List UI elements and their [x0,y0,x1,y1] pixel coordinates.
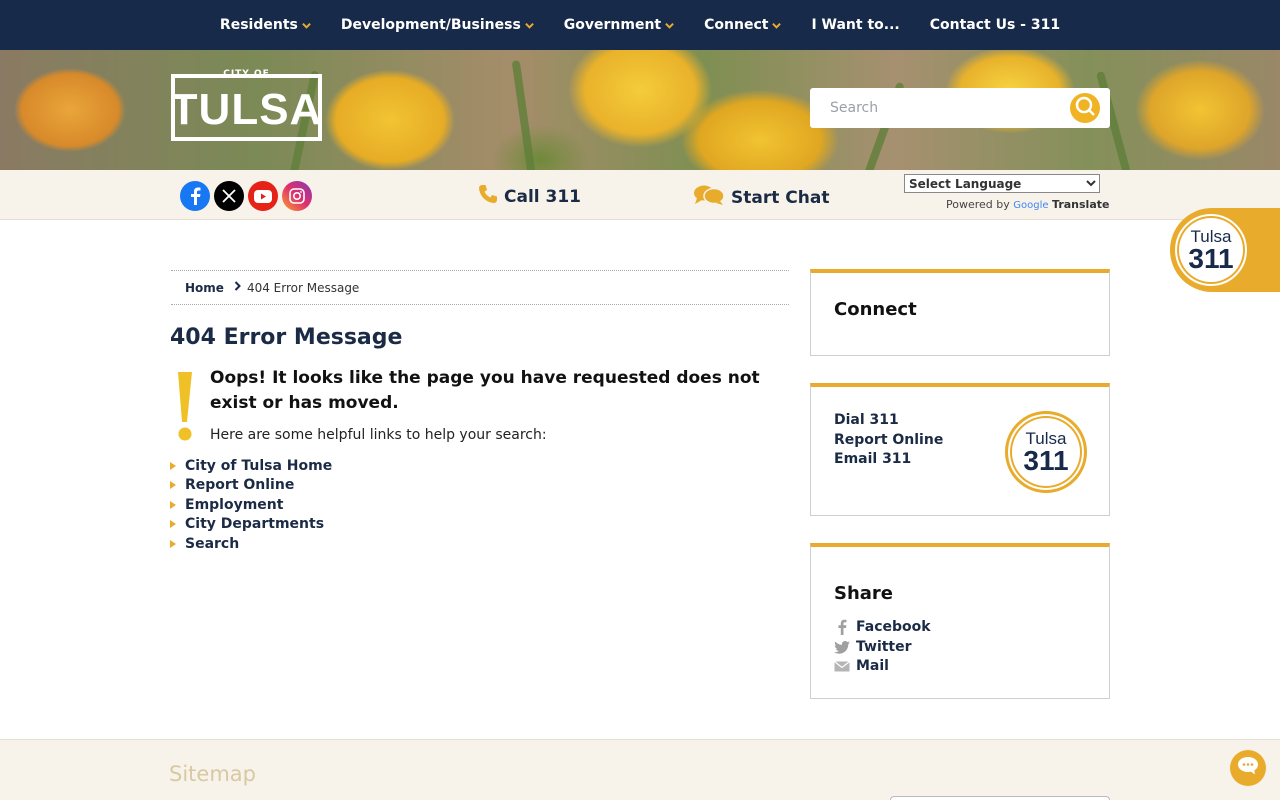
top-navigation: Residents Development/Business Governmen… [0,0,1280,50]
share-facebook-link[interactable]: Facebook [834,619,931,635]
sitemap-title: Sitemap [169,762,256,786]
breadcrumb-home-link[interactable]: Home [185,281,224,295]
chevron-right-icon [234,281,241,294]
tulsa-311-logo: Tulsa 311 [1005,411,1087,493]
share-widget: Share Facebook Twitter Mail [810,543,1110,699]
connect-widget-title: Connect [834,299,917,320]
youtube-icon[interactable] [248,181,278,211]
chevron-down-icon [302,21,311,30]
nav-item-label: Residents [219,17,298,33]
nav-item-label: Contact Us - 311 [929,17,1061,33]
chevron-down-icon [772,21,782,30]
google-logo-text: Google [1013,200,1049,211]
facebook-icon [834,619,850,635]
start-chat-link[interactable]: Start Chat [693,184,829,211]
link-label: Search [185,535,240,552]
share-label: Twitter [856,639,912,655]
tulsa-311-logo-line1: Tulsa [1190,226,1232,246]
call-311-link[interactable]: Call 311 [478,184,581,209]
flower-stem [511,60,537,170]
tulsa-311-logo-line2: 311 [1023,444,1069,476]
facebook-icon[interactable] [180,181,210,211]
instagram-icon[interactable] [282,181,312,211]
triangle-bullet-icon [170,500,176,509]
connect-widget: Connect [810,269,1110,356]
footer-input-box[interactable] [890,796,1110,800]
tulsa-311-logo: Tulsa 311 [1172,211,1250,289]
email-311-link[interactable]: Email 311 [834,451,911,467]
link-employment[interactable]: Employment [170,495,332,515]
tulsa-311-tab[interactable]: Tulsa 311 [1170,208,1280,292]
nav-item-label: Government [563,17,662,33]
triangle-bullet-icon [170,481,176,490]
search-box [810,88,1110,128]
helpful-links-list: City of Tulsa Home Report Online Employm… [170,456,332,554]
report-online-link[interactable]: Report Online [834,432,943,448]
breadcrumb-current: 404 Error Message [246,280,360,295]
contact-311-widget: Dial 311 Report Online Email 311 Tulsa 3… [810,383,1110,516]
link-label: Employment [185,496,284,513]
nav-item-connect[interactable]: Connect [704,17,782,33]
mail-icon [834,659,850,673]
helpful-links-intro: Here are some helpful links to help your… [210,427,547,443]
powered-by-google-translate: Powered by Google Translate [946,198,1109,211]
link-city-of-tulsa-home[interactable]: City of Tulsa Home [170,456,332,476]
nav-item-label: I Want to... [811,17,900,33]
nav-item-development-business[interactable]: Development/Business [341,17,534,33]
search-button[interactable] [1070,93,1100,123]
nav-item-i-want-to[interactable]: I Want to... [811,17,899,33]
dial-311-link[interactable]: Dial 311 [834,412,899,428]
search-icon [1074,95,1096,121]
link-report-online[interactable]: Report Online [170,476,332,496]
twitter-bird-icon [834,640,850,654]
share-widget-title: Share [834,583,894,604]
chat-bubbles-icon [693,184,725,211]
search-input[interactable] [810,88,1050,128]
chevron-down-icon [524,21,534,30]
link-city-departments[interactable]: City Departments [170,515,332,535]
breadcrumb: Home 404 Error Message [171,270,789,305]
triangle-bullet-icon [170,520,176,529]
call-311-label: Call 311 [504,186,582,207]
logo-city-of-text: CITY OF [223,69,270,79]
x-twitter-icon[interactable] [214,181,244,211]
chat-icon [1236,755,1260,781]
nav-item-label: Connect [704,17,769,33]
language-select[interactable]: Select Language [904,174,1100,193]
share-label: Facebook [856,619,931,635]
footer: Sitemap [0,739,1280,800]
triangle-bullet-icon [170,461,176,470]
nav-item-residents[interactable]: Residents [220,17,311,33]
tulsa-311-logo-line1: Tulsa [1025,428,1067,448]
powered-by-text: Powered by [946,198,1010,211]
link-label: City Departments [185,516,325,533]
link-search[interactable]: Search [170,534,332,554]
translate-link[interactable]: Translate [1052,198,1109,211]
start-chat-label: Start Chat [731,187,830,208]
error-message-heading: Oops! It looks like the page you have re… [210,368,760,413]
phone-icon [478,184,498,209]
social-links [180,181,312,211]
exclamation-icon [176,370,194,444]
nav-item-label: Development/Business [340,17,521,33]
chevron-down-icon [665,21,674,30]
link-label: City of Tulsa Home [185,457,333,474]
logo-tulsa-text: TULSA [170,84,323,134]
nav-item-contact-us-311[interactable]: Contact Us - 311 [930,17,1060,33]
chat-launcher-button[interactable] [1230,750,1266,786]
share-twitter-link[interactable]: Twitter [834,639,912,655]
share-label: Mail [856,658,889,674]
triangle-bullet-icon [170,539,176,548]
page-title: 404 Error Message [170,325,403,350]
nav-item-government[interactable]: Government [564,17,674,33]
share-mail-link[interactable]: Mail [834,658,889,674]
tulsa-311-logo-line2: 311 [1188,242,1234,274]
city-of-tulsa-logo[interactable]: CITY OF TULSA [170,69,323,141]
link-label: Report Online [185,477,295,494]
